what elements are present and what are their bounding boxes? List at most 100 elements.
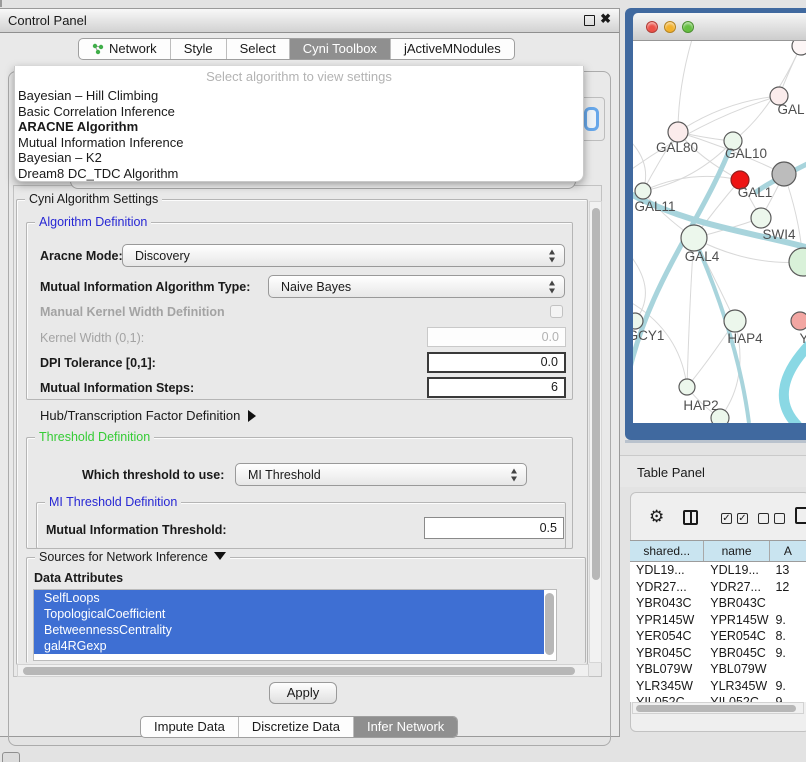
screen: Control Panel ✖ Network Style Select Cyn… <box>0 0 806 762</box>
network-node[interactable] <box>635 183 651 199</box>
algorithm-option[interactable]: Bayesian – K2 <box>15 150 583 166</box>
table-cell: YDL19... <box>630 562 704 579</box>
checked-checkbox-icon[interactable]: ✓ <box>721 513 732 524</box>
table-row[interactable]: YER054CYER054C8. <box>630 628 806 645</box>
dpi-tolerance-input[interactable]: 0.0 <box>427 352 566 373</box>
node-label: GAL80 <box>656 140 698 155</box>
close-traffic-light[interactable] <box>646 21 658 33</box>
unchecked-checkbox-icon[interactable] <box>758 513 769 524</box>
document-icon[interactable] <box>795 507 806 524</box>
column-header-name[interactable]: name <box>704 541 769 561</box>
table-cell: 9. <box>769 678 806 695</box>
network-edge <box>678 41 693 132</box>
group-title: Threshold Definition <box>35 430 154 444</box>
mi-steps-input[interactable]: 6 <box>427 377 566 398</box>
network-node[interactable] <box>789 248 806 276</box>
hub-definition-expander[interactable]: Hub/Transcription Factor Definition <box>40 408 256 423</box>
table-cell <box>769 661 806 678</box>
table-row[interactable]: YBL079WYBL079W <box>630 661 806 678</box>
network-canvas[interactable]: GALGAL80GAL10GAL1GAL11SWI4GAL4GCY1HAP4YH… <box>633 41 806 423</box>
manual-kernel-width-checkbox[interactable] <box>550 305 563 318</box>
aracne-mode-select[interactable]: Discovery <box>122 244 565 267</box>
focus-ring <box>584 107 599 131</box>
close-icon[interactable]: ✖ <box>600 13 611 24</box>
apply-button[interactable]: Apply <box>269 682 337 704</box>
network-node[interactable] <box>791 312 806 330</box>
network-node[interactable] <box>792 41 806 55</box>
minimize-traffic-light[interactable] <box>664 21 676 33</box>
data-attribute-item[interactable]: BetweennessCentrality <box>34 622 544 638</box>
mi-threshold-input[interactable]: 0.5 <box>424 517 564 539</box>
column-header-shared-name[interactable]: shared... <box>630 541 704 561</box>
network-node[interactable] <box>772 162 796 186</box>
algorithm-option[interactable]: Mutual Information Inference <box>15 135 583 151</box>
gear-icon[interactable]: ⚙ <box>649 507 664 527</box>
data-attributes-list[interactable]: SelfLoopsTopologicalCoefficientBetweenne… <box>33 589 557 661</box>
table-hscrollbar[interactable] <box>632 702 804 714</box>
zoom-traffic-light[interactable] <box>682 21 694 33</box>
control-panel-window: Control Panel ✖ Network Style Select Cyn… <box>0 8 620 737</box>
data-attribute-item[interactable]: SelfLoops <box>34 590 544 606</box>
tab-discretize-data[interactable]: Discretize Data <box>238 717 353 737</box>
table-hscrollbar-thumb[interactable] <box>636 705 796 712</box>
node-label: GAL <box>777 102 805 117</box>
table-row[interactable]: YLR345WYLR345W9. <box>630 678 806 695</box>
algorithm-option[interactable]: Dream8 DC_TDC Algorithm <box>15 166 583 182</box>
table-cell: 9. <box>769 645 806 662</box>
hscrollbar-thumb[interactable] <box>23 667 575 675</box>
spinner-arrows-icon <box>510 468 519 481</box>
window-title: Control Panel <box>8 13 87 28</box>
table-row[interactable]: YIL052CYIL052C9 <box>630 694 806 702</box>
network-node[interactable] <box>724 310 746 332</box>
tab-infer-network[interactable]: Infer Network <box>353 717 457 737</box>
mi-steps-label: Mutual Information Steps: <box>40 381 194 395</box>
network-node[interactable] <box>668 122 688 142</box>
tab-network[interactable]: Network <box>79 39 170 59</box>
table-panel-header: Table Panel <box>620 455 806 487</box>
unchecked-checkbox-icon[interactable] <box>774 513 785 524</box>
sources-expander[interactable]: Sources for Network Inference <box>35 550 230 564</box>
kernel-width-input[interactable]: 0.0 <box>427 327 566 347</box>
settings-hscrollbar[interactable] <box>17 664 589 677</box>
table-cell: YIL052C <box>704 694 769 702</box>
network-view-window: GALGAL80GAL10GAL1GAL11SWI4GAL4GCY1HAP4YH… <box>625 8 806 440</box>
tab-jactivemnodules[interactable]: jActiveMNodules <box>390 39 514 59</box>
table-row[interactable]: YBR043CYBR043C <box>630 595 806 612</box>
aracne-mode-label: Aracne Mode: <box>40 249 123 263</box>
network-node[interactable] <box>681 225 707 251</box>
network-node[interactable] <box>633 313 643 329</box>
table-row[interactable]: YDR27...YDR27...12 <box>630 579 806 596</box>
tab-impute-data[interactable]: Impute Data <box>141 717 238 737</box>
algorithm-option[interactable]: Basic Correlation Inference <box>15 104 583 120</box>
checked-checkbox-icon[interactable]: ✓ <box>737 513 748 524</box>
tab-cyni-toolbox[interactable]: Cyni Toolbox <box>289 39 390 59</box>
table-cell: YDR27... <box>704 579 769 596</box>
vscrollbar-thumb[interactable] <box>592 208 600 580</box>
data-attribute-item[interactable]: TopologicalCoefficient <box>34 606 544 622</box>
algorithm-option[interactable]: Bayesian – Hill Climbing <box>15 88 583 104</box>
network-node[interactable] <box>679 379 695 395</box>
columns-icon[interactable] <box>683 510 698 525</box>
window-shadow <box>625 440 806 443</box>
table-panel-title: Table Panel <box>637 465 705 480</box>
table-cell <box>769 595 806 612</box>
settings-vscrollbar[interactable] <box>589 201 602 663</box>
tab-style[interactable]: Style <box>170 39 226 59</box>
table-cell: YBR045C <box>704 645 769 662</box>
table-cell: YDR27... <box>630 579 704 596</box>
column-header-clipped[interactable]: A <box>770 541 806 561</box>
list-scrollbar-thumb[interactable] <box>545 593 554 655</box>
network-node[interactable] <box>751 208 771 228</box>
algorithm-dropdown-placeholder: Select algorithm to view settings <box>15 66 583 88</box>
algorithm-option[interactable]: ARACNE Algorithm <box>15 119 583 135</box>
minimized-panel-icon[interactable] <box>2 752 20 762</box>
which-threshold-select[interactable]: MI Threshold <box>235 463 527 486</box>
mi-algorithm-type-select[interactable]: Naive Bayes <box>268 275 565 298</box>
float-window-icon[interactable] <box>584 15 595 26</box>
table-cell: YIL052C <box>630 694 704 702</box>
data-attribute-item[interactable]: gal4RGexp <box>34 638 544 654</box>
table-row[interactable]: YBR045CYBR045C9. <box>630 645 806 662</box>
table-row[interactable]: YPR145WYPR145W9. <box>630 612 806 629</box>
tab-select[interactable]: Select <box>226 39 289 59</box>
table-row[interactable]: YDL19...YDL19...13 <box>630 562 806 579</box>
